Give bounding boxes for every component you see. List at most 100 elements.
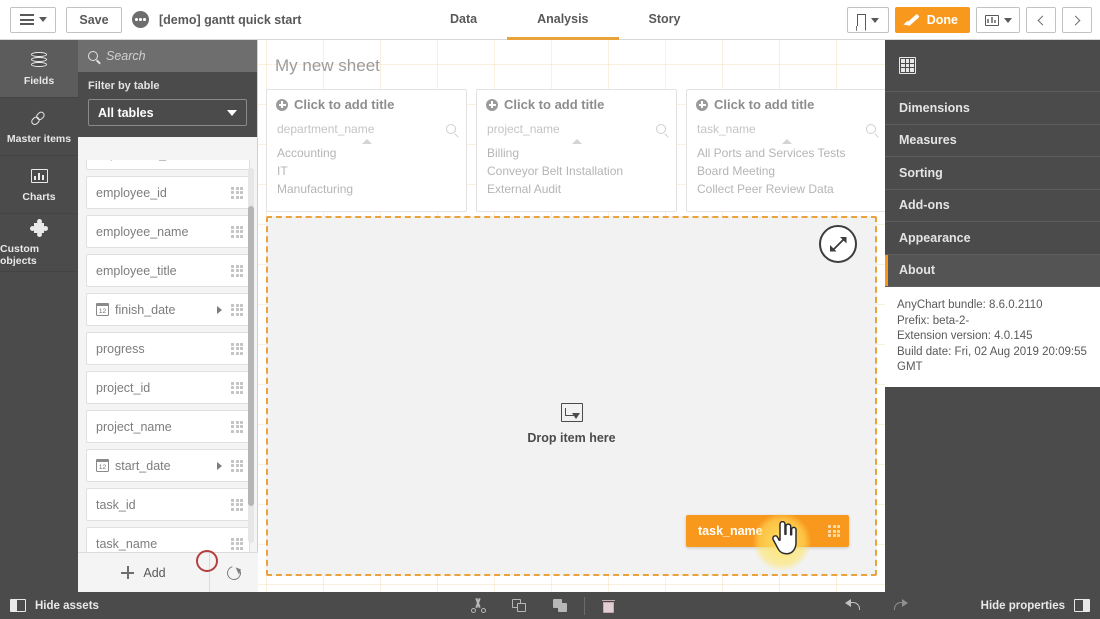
sheet-title[interactable]: My new sheet xyxy=(275,56,380,76)
field-item-start-date[interactable]: 12 start_date xyxy=(86,449,250,482)
list-item[interactable]: Board Meeting xyxy=(687,162,885,180)
calendar-icon: 12 xyxy=(95,458,110,472)
list-item[interactable]: Collect Peer Review Data xyxy=(687,180,885,198)
field-item-progress[interactable]: progress xyxy=(86,332,250,365)
sidebar-item-master-items[interactable]: Master items xyxy=(0,98,78,156)
list-item[interactable]: Manufacturing xyxy=(267,180,466,198)
tab-data[interactable]: Data xyxy=(420,0,507,40)
undo-button[interactable] xyxy=(832,592,873,619)
previous-sheet-button[interactable] xyxy=(1026,7,1056,33)
drag-handle-icon[interactable] xyxy=(231,459,243,472)
next-sheet-button[interactable] xyxy=(1062,7,1092,33)
list-item[interactable]: All Ports and Services Tests xyxy=(687,144,885,162)
sheet-canvas[interactable]: My new sheet Click to add title departme… xyxy=(258,40,885,592)
drag-handle-icon[interactable] xyxy=(231,498,243,511)
about-build-date: Build date: Fri, 02 Aug 2019 20:09:55 GM… xyxy=(897,345,1091,374)
properties-item-add-ons[interactable]: Add-ons xyxy=(885,190,1100,222)
list-item[interactable]: Billing xyxy=(477,144,676,162)
drag-handle-icon[interactable] xyxy=(231,264,243,277)
field-item-employee-title[interactable]: employee_title xyxy=(86,254,250,287)
field-label: start_date xyxy=(115,458,171,473)
app-menu-icon[interactable] xyxy=(132,11,149,28)
field-item-employee-id[interactable]: employee_id xyxy=(86,176,250,209)
field-item-employee-name[interactable]: employee_name xyxy=(86,215,250,248)
table-filter-select[interactable]: All tables xyxy=(88,99,247,126)
pane-add-title[interactable]: Click to add title xyxy=(687,90,885,118)
assets-search-row[interactable] xyxy=(78,40,257,72)
panel-right-toggle-icon xyxy=(1074,599,1090,612)
drag-handle-icon[interactable] xyxy=(231,537,243,550)
drop-item-icon xyxy=(560,403,583,422)
field-label: task_name xyxy=(96,536,158,551)
search-icon[interactable] xyxy=(446,124,456,134)
paste-button[interactable] xyxy=(588,592,629,619)
properties-item-sorting[interactable]: Sorting xyxy=(885,157,1100,190)
field-list-scrollbar[interactable] xyxy=(248,168,254,543)
cut-button[interactable] xyxy=(458,592,499,619)
hide-properties-button[interactable]: Hide properties xyxy=(981,599,1090,612)
field-label: employee_name xyxy=(96,224,189,239)
pane-add-title[interactable]: Click to add title xyxy=(477,90,676,118)
add-field-button[interactable]: Add xyxy=(78,553,210,592)
drag-handle-icon[interactable] xyxy=(231,381,243,394)
filterpane-task-name[interactable]: Click to add title task_name All Ports a… xyxy=(686,89,885,212)
done-button[interactable]: Done xyxy=(894,7,970,33)
copy-button[interactable] xyxy=(499,592,540,619)
drag-handle-icon[interactable] xyxy=(231,186,243,199)
field-list: department_name employee_id employee_nam… xyxy=(78,160,258,552)
expand-triangle-icon[interactable] xyxy=(217,305,222,314)
expand-object-button[interactable] xyxy=(819,225,857,263)
hamburger-icon xyxy=(19,14,34,25)
plus-icon xyxy=(121,566,135,579)
dragged-field-chip[interactable]: task_name xyxy=(686,515,849,547)
field-item-project-name[interactable]: project_name xyxy=(86,410,250,443)
field-item-task-id[interactable]: task_id xyxy=(86,488,250,521)
list-item[interactable]: External Audit xyxy=(477,180,676,198)
drag-handle-icon[interactable] xyxy=(828,525,840,537)
field-item-finish-date[interactable]: 12 finish_date xyxy=(86,293,250,326)
field-label: project_id xyxy=(96,380,151,395)
properties-item-dimensions[interactable]: Dimensions xyxy=(885,92,1100,125)
pane-add-title[interactable]: Click to add title xyxy=(267,90,466,118)
properties-item-about[interactable]: About xyxy=(885,254,1100,287)
drag-handle-icon[interactable] xyxy=(231,303,243,316)
field-label: employee_title xyxy=(96,263,177,278)
save-button[interactable]: Save xyxy=(66,6,122,33)
tab-story[interactable]: Story xyxy=(619,0,711,40)
sidebar-item-fields[interactable]: Fields xyxy=(0,40,78,98)
properties-item-measures[interactable]: Measures xyxy=(885,125,1100,157)
properties-item-appearance[interactable]: Appearance xyxy=(885,222,1100,255)
field-item-project-id[interactable]: project_id xyxy=(86,371,250,404)
expand-triangle-icon[interactable] xyxy=(217,461,222,470)
filterpane-project-name[interactable]: Click to add title project_name Billing … xyxy=(476,89,677,212)
tab-analysis[interactable]: Analysis xyxy=(507,0,619,40)
chevron-down-icon xyxy=(870,17,879,23)
hide-assets-button[interactable]: Hide assets xyxy=(0,592,258,619)
pane-field-header[interactable]: project_name xyxy=(477,118,676,139)
duplicate-button[interactable] xyxy=(540,592,581,619)
sidebar-item-custom-objects[interactable]: Custom objects xyxy=(0,214,78,272)
search-icon[interactable] xyxy=(866,124,876,134)
drag-handle-icon[interactable] xyxy=(231,342,243,355)
main-menu-button[interactable] xyxy=(10,6,56,33)
about-info-box: AnyChart bundle: 8.6.0.2110 Prefix: beta… xyxy=(885,287,1100,387)
list-item[interactable]: IT xyxy=(267,162,466,180)
copy-icon xyxy=(512,598,527,613)
drag-handle-icon[interactable] xyxy=(231,420,243,433)
field-item-department-name[interactable]: department_name xyxy=(86,160,250,170)
bookmarks-button[interactable] xyxy=(846,7,889,33)
sheet-picker-button[interactable] xyxy=(976,7,1020,33)
search-input[interactable] xyxy=(106,49,236,63)
pane-field-header[interactable]: department_name xyxy=(267,118,466,139)
list-item[interactable]: Accounting xyxy=(267,144,466,162)
field-item-task-name[interactable]: task_name xyxy=(86,527,250,552)
search-icon xyxy=(88,51,98,61)
refresh-button[interactable] xyxy=(210,553,258,592)
drag-handle-icon[interactable] xyxy=(231,225,243,238)
filterpane-department-name[interactable]: Click to add title department_name Accou… xyxy=(266,89,467,212)
sidebar-item-charts[interactable]: Charts xyxy=(0,156,78,214)
redo-button[interactable] xyxy=(879,592,920,619)
search-icon[interactable] xyxy=(656,124,666,134)
pane-field-header[interactable]: task_name xyxy=(687,118,885,139)
list-item[interactable]: Conveyor Belt Installation xyxy=(477,162,676,180)
